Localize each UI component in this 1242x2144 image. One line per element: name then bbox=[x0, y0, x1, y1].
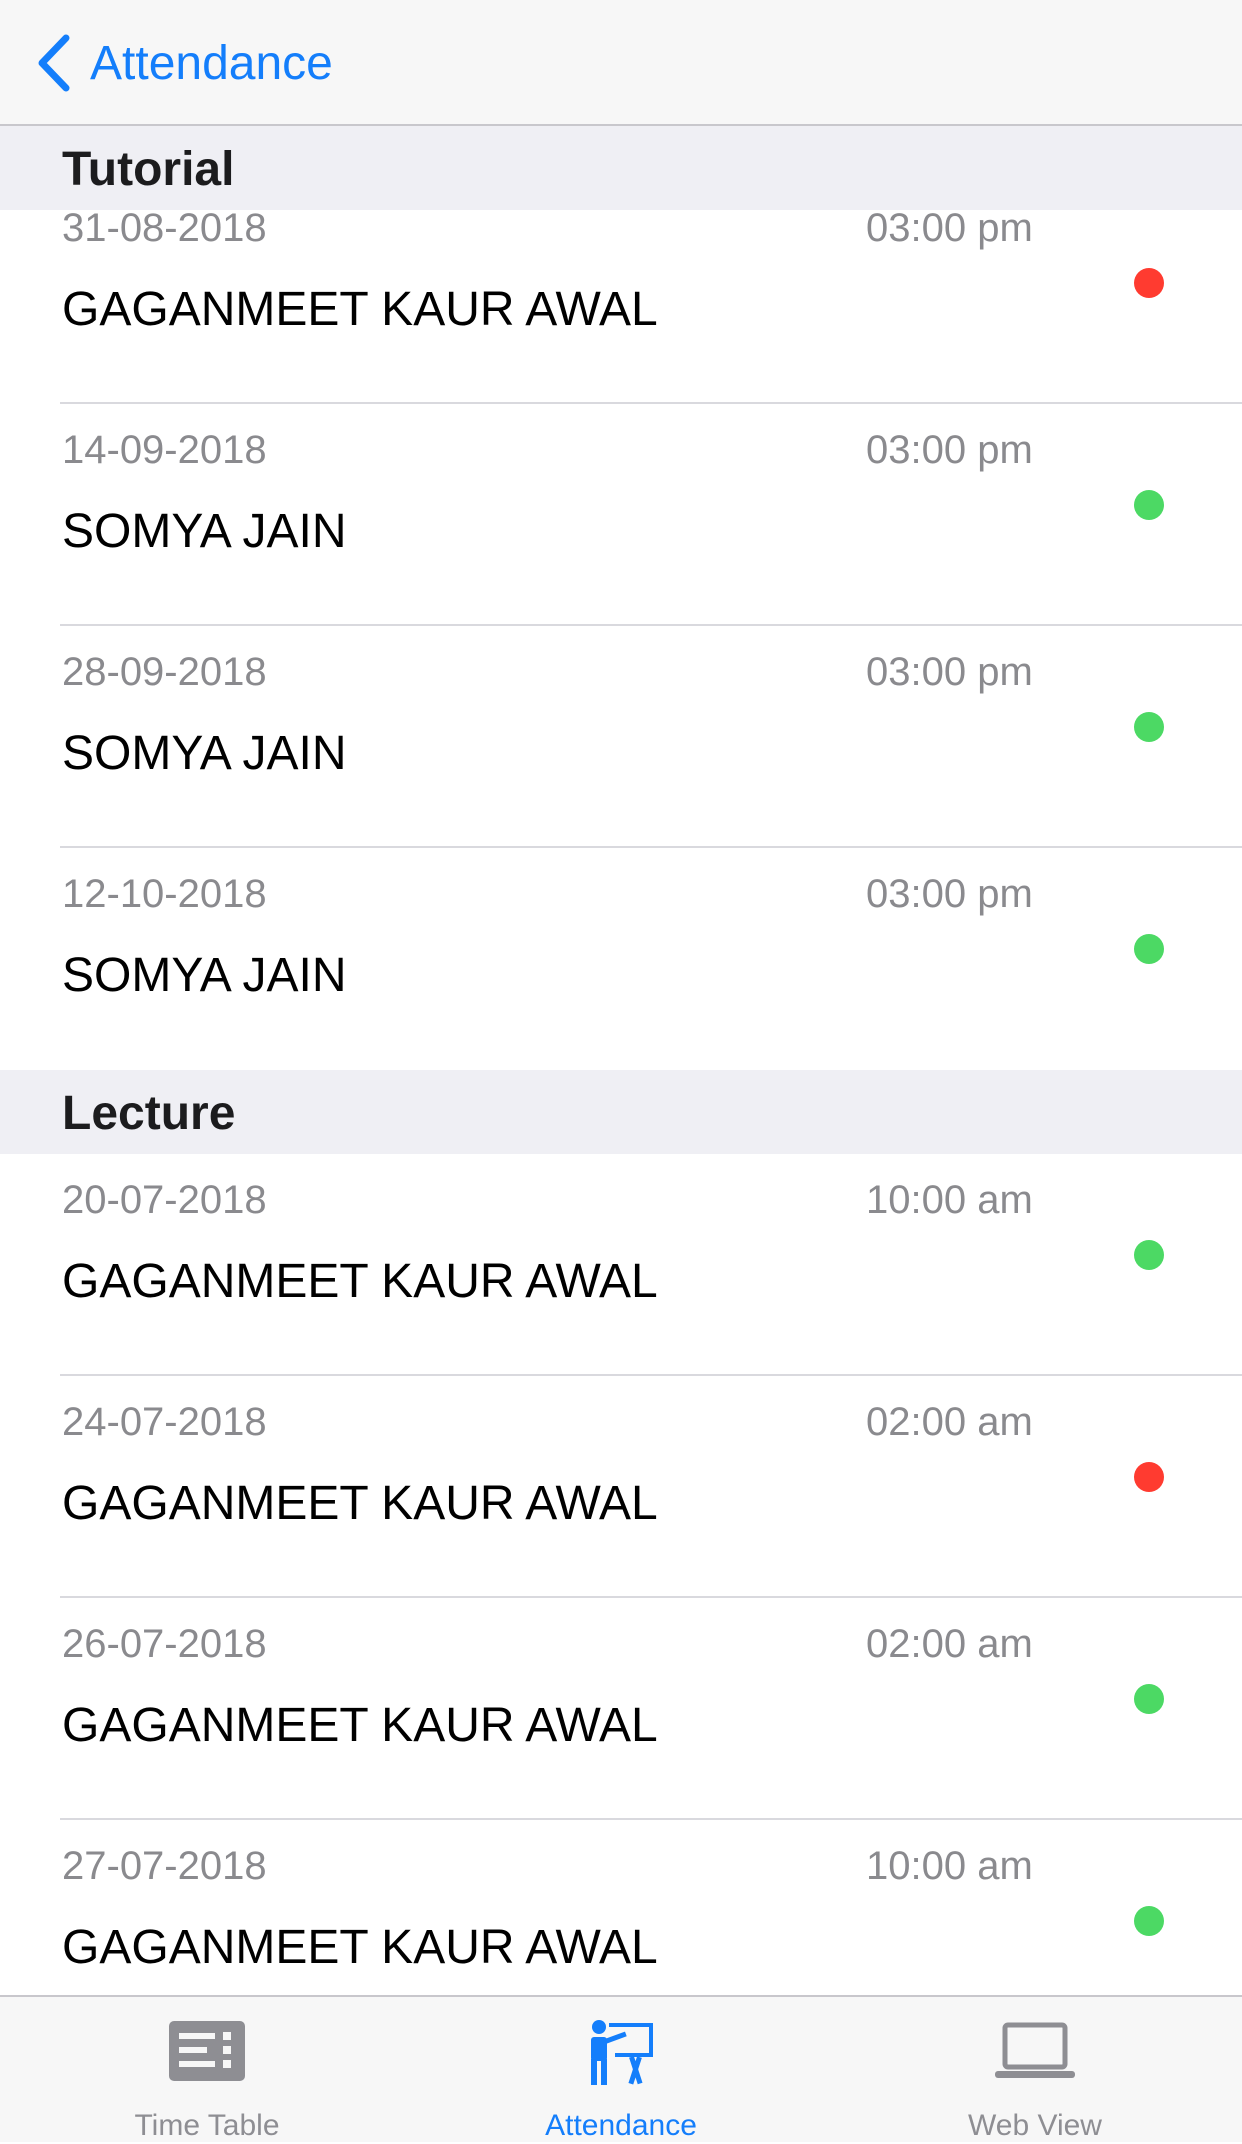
list-item[interactable]: 14-09-2018 03:00 pm SOMYA JAIN bbox=[0, 404, 1242, 626]
list-item[interactable]: 31-08-2018 03:00 pm GAGANMEET KAUR AWAL bbox=[0, 206, 1242, 404]
chevron-left-icon bbox=[38, 34, 70, 92]
laptop-icon bbox=[995, 2022, 1075, 2078]
row-date: 14-09-2018 bbox=[62, 428, 267, 472]
row-date: 31-08-2018 bbox=[62, 206, 267, 250]
tab-web-view[interactable]: Web View bbox=[828, 1997, 1242, 2144]
list-item[interactable]: 26-07-2018 02:00 am GAGANMEET KAUR AWAL bbox=[0, 1598, 1242, 1820]
status-dot-icon bbox=[1134, 1240, 1164, 1270]
tab-label: Time Table bbox=[134, 2109, 280, 2142]
status-dot-icon bbox=[1134, 268, 1164, 298]
row-time: 02:00 am bbox=[866, 1622, 1033, 1666]
row-teacher-name: SOMYA JAIN bbox=[62, 727, 347, 780]
status-dot-icon bbox=[1134, 1906, 1164, 1936]
row-date: 24-07-2018 bbox=[62, 1400, 267, 1444]
row-teacher-name: GAGANMEET KAUR AWAL bbox=[62, 1477, 658, 1530]
list-item[interactable]: 20-07-2018 10:00 am GAGANMEET KAUR AWAL bbox=[0, 1154, 1242, 1376]
status-dot-icon bbox=[1134, 490, 1164, 520]
row-date: 12-10-2018 bbox=[62, 872, 267, 916]
status-dot-icon bbox=[1134, 712, 1164, 742]
row-time: 10:00 am bbox=[866, 1178, 1033, 1222]
list-item[interactable]: 12-10-2018 03:00 pm SOMYA JAIN bbox=[0, 848, 1242, 1070]
tab-label: Attendance bbox=[545, 2109, 697, 2142]
row-time: 03:00 pm bbox=[866, 428, 1033, 472]
section-title: Lecture bbox=[62, 1087, 236, 1140]
list-item[interactable]: 28-09-2018 03:00 pm SOMYA JAIN bbox=[0, 626, 1242, 848]
row-time: 02:00 am bbox=[866, 1400, 1033, 1444]
row-time: 03:00 pm bbox=[866, 206, 1033, 250]
status-dot-icon bbox=[1134, 1684, 1164, 1714]
teacher-board-icon bbox=[591, 2020, 653, 2085]
row-date: 20-07-2018 bbox=[62, 1178, 267, 1222]
row-time: 03:00 pm bbox=[866, 872, 1033, 916]
tab-label: Web View bbox=[968, 2109, 1102, 2142]
section-header-tutorial: Tutorial bbox=[0, 126, 1242, 210]
row-date: 28-09-2018 bbox=[62, 650, 267, 694]
navigation-bar: Attendance bbox=[0, 0, 1242, 126]
row-teacher-name: GAGANMEET KAUR AWAL bbox=[62, 283, 658, 336]
attendance-list[interactable]: Tutorial 31-08-2018 03:00 pm GAGANMEET K… bbox=[0, 126, 1242, 1995]
tab-bar: Time Table Attendance Web View bbox=[0, 1995, 1242, 2142]
status-dot-icon bbox=[1134, 1462, 1164, 1492]
row-date: 27-07-2018 bbox=[62, 1844, 267, 1888]
list-item[interactable]: 24-07-2018 02:00 am GAGANMEET KAUR AWAL bbox=[0, 1376, 1242, 1598]
row-teacher-name: GAGANMEET KAUR AWAL bbox=[62, 1699, 658, 1752]
row-teacher-name: GAGANMEET KAUR AWAL bbox=[62, 1255, 658, 1308]
row-teacher-name: GAGANMEET KAUR AWAL bbox=[62, 1921, 658, 1974]
section-header-lecture: Lecture bbox=[0, 1070, 1242, 1154]
back-button-label: Attendance bbox=[90, 36, 333, 90]
row-date: 26-07-2018 bbox=[62, 1622, 267, 1666]
row-teacher-name: SOMYA JAIN bbox=[62, 505, 347, 558]
timetable-icon bbox=[169, 2021, 245, 2081]
tab-attendance[interactable]: Attendance bbox=[414, 1997, 828, 2144]
row-time: 03:00 pm bbox=[866, 650, 1033, 694]
back-button[interactable]: Attendance bbox=[34, 26, 333, 100]
status-dot-icon bbox=[1134, 934, 1164, 964]
tab-time-table[interactable]: Time Table bbox=[0, 1997, 414, 2144]
row-teacher-name: SOMYA JAIN bbox=[62, 949, 347, 1002]
row-time: 10:00 am bbox=[866, 1844, 1033, 1888]
list-item[interactable]: 27-07-2018 10:00 am GAGANMEET KAUR AWAL bbox=[0, 1820, 1242, 1995]
section-title: Tutorial bbox=[62, 143, 235, 196]
